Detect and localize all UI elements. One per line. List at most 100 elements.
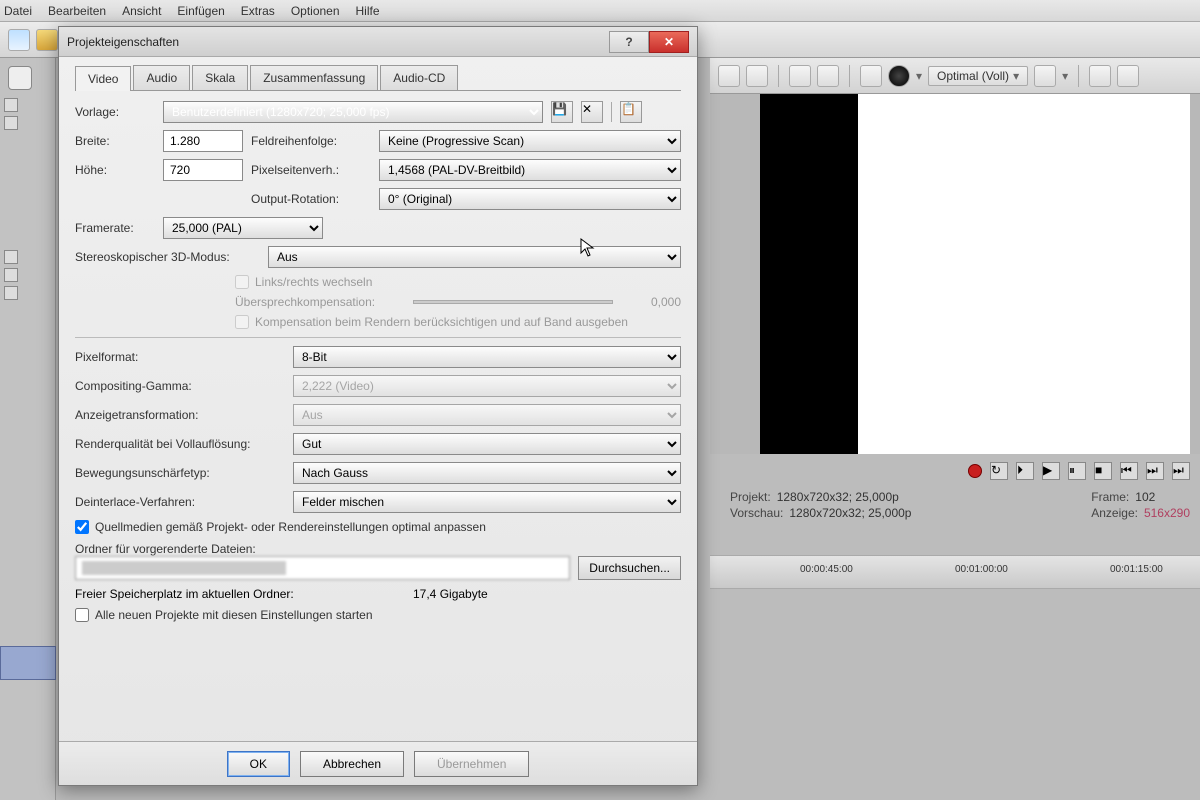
uebersprech-slider[interactable]	[413, 300, 613, 304]
tab-zusammenfassung[interactable]: Zusammenfassung	[250, 65, 378, 90]
cancel-button[interactable]: Abbrechen	[300, 751, 404, 777]
menu-datei[interactable]: Datei	[4, 4, 32, 18]
circle-icon[interactable]	[888, 65, 910, 87]
gutter-toggle-5[interactable]	[4, 286, 18, 300]
projekt-value: 1280x720x32; 25,000p	[777, 490, 899, 504]
pixelseitenverh-select[interactable]: 1,4568 (PAL-DV-Breitbild)	[379, 159, 681, 181]
gutter-toggle-3[interactable]	[4, 250, 18, 264]
menu-optionen[interactable]: Optionen	[291, 4, 340, 18]
kompensation-checkbox[interactable]: Kompensation beim Rendern berücksichtige…	[235, 315, 681, 329]
tab-skala[interactable]: Skala	[192, 65, 248, 90]
pause-icon[interactable]: ⏸	[1068, 462, 1086, 480]
play-icon[interactable]: ▶	[1042, 462, 1060, 480]
menu-hilfe[interactable]: Hilfe	[356, 4, 380, 18]
gamma-label: Compositing-Gamma:	[75, 379, 285, 393]
deinterlace-label: Deinterlace-Verfahren:	[75, 495, 285, 509]
project-properties-dialog: Projekteigenschaften Video Audio Skala Z…	[58, 26, 698, 786]
wand-icon[interactable]	[746, 65, 768, 87]
grid-icon[interactable]	[1034, 65, 1056, 87]
menu-ansicht[interactable]: Ansicht	[122, 4, 161, 18]
preview-monitor-icon[interactable]	[817, 65, 839, 87]
stop-icon[interactable]: ■	[1094, 462, 1112, 480]
help-button[interactable]	[609, 31, 649, 53]
browse-button[interactable]: Durchsuchen...	[578, 556, 681, 580]
ruler-tick: 00:01:00:00	[955, 564, 1008, 575]
next-icon[interactable]: ⏭	[1146, 462, 1164, 480]
output-rotation-select[interactable]: 0° (Original)	[379, 188, 681, 210]
deinterlace-select[interactable]: Felder mischen	[293, 491, 681, 513]
output-rotation-label: Output-Rotation:	[251, 192, 371, 206]
bewegung-select[interactable]: Nach Gauss	[293, 462, 681, 484]
links-rechts-checkbox[interactable]: Links/rechts wechseln	[235, 275, 681, 289]
ruler-tick: 00:01:15:00	[1110, 564, 1163, 575]
preview-config-icon[interactable]	[789, 65, 811, 87]
gutter-toggle-2[interactable]	[4, 116, 18, 130]
new-file-icon[interactable]	[8, 29, 30, 51]
frame-label: Frame:	[1091, 490, 1129, 504]
timeline-ruler[interactable]: 00:00:45:00 00:01:00:00 00:01:15:00	[710, 555, 1200, 589]
ok-button[interactable]: OK	[227, 751, 290, 777]
preview-quality-dropdown[interactable]: Optimal (Voll) ▾	[928, 66, 1028, 86]
dialog-title: Projekteigenschaften	[67, 35, 609, 49]
freespace-value: 17,4 Gigabyte	[413, 587, 488, 601]
gutter-toggle-4[interactable]	[4, 268, 18, 282]
dialog-footer: OK Abbrechen Übernehmen	[59, 741, 697, 785]
magnifier-icon[interactable]	[8, 66, 32, 90]
dialog-titlebar[interactable]: Projekteigenschaften	[59, 27, 697, 57]
projekt-label: Projekt:	[730, 490, 771, 504]
pixelformat-label: Pixelformat:	[75, 350, 285, 364]
split-icon[interactable]	[860, 65, 882, 87]
pixelseitenverh-label: Pixelseitenverh.:	[251, 163, 371, 177]
match-media-icon[interactable]: 📋	[620, 101, 642, 123]
pixelformat-select[interactable]: 8-Bit	[293, 346, 681, 368]
anzeige-value: 516x290	[1144, 506, 1190, 520]
prerender-path-input[interactable]	[75, 556, 570, 580]
breite-input[interactable]	[163, 130, 243, 152]
paint-icon[interactable]	[718, 65, 740, 87]
tab-audio-cd[interactable]: Audio-CD	[380, 65, 458, 90]
stereo-select[interactable]: Aus	[268, 246, 681, 268]
anzeige-trans-label: Anzeigetransformation:	[75, 408, 285, 422]
hoehe-label: Höhe:	[75, 163, 155, 177]
apply-button: Übernehmen	[414, 751, 529, 777]
uebersprech-label: Übersprechkompensation:	[235, 295, 395, 309]
renderqual-select[interactable]: Gut	[293, 433, 681, 455]
framerate-select[interactable]: 25,000 (PAL)	[163, 217, 323, 239]
menu-extras[interactable]: Extras	[241, 4, 275, 18]
preview-quality-label: Optimal (Voll)	[937, 69, 1009, 83]
stereo-label: Stereoskopischer 3D-Modus:	[75, 250, 260, 264]
preview-toolbar: ▾ Optimal (Voll) ▾ ▾	[710, 58, 1200, 94]
vorlage-select[interactable]: Benutzerdefiniert (1280x720; 25,000 fps)	[163, 101, 543, 123]
gamma-select: 2,222 (Video)	[293, 375, 681, 397]
ordner-label: Ordner für vorgerenderte Dateien:	[75, 542, 681, 556]
quellmedien-checkbox[interactable]: Quellmedien gemäß Projekt- oder Renderei…	[75, 520, 681, 534]
delete-template-icon[interactable]: ✕	[581, 101, 603, 123]
vorschau-label: Vorschau:	[730, 506, 783, 520]
ruler-tick: 00:00:45:00	[800, 564, 853, 575]
tab-video[interactable]: Video	[75, 66, 131, 91]
play-from-start-icon[interactable]: ⏵	[1016, 462, 1034, 480]
menu-einfuegen[interactable]: Einfügen	[177, 4, 224, 18]
track-header[interactable]	[0, 646, 56, 680]
feldreihenfolge-select[interactable]: Keine (Progressive Scan)	[379, 130, 681, 152]
record-icon[interactable]	[968, 464, 982, 478]
breite-label: Breite:	[75, 134, 155, 148]
copy-frame-icon[interactable]	[1089, 65, 1111, 87]
hoehe-input[interactable]	[163, 159, 243, 181]
save-template-icon[interactable]: 💾	[551, 101, 573, 123]
menu-bearbeiten[interactable]: Bearbeiten	[48, 4, 106, 18]
loop-icon[interactable]: ↻	[990, 462, 1008, 480]
gutter-toggle-1[interactable]	[4, 98, 18, 112]
open-file-icon[interactable]	[36, 29, 58, 51]
save-frame-icon[interactable]	[1117, 65, 1139, 87]
alle-neuen-checkbox[interactable]: Alle neuen Projekte mit diesen Einstellu…	[75, 608, 681, 622]
freespace-label: Freier Speicherplatz im aktuellen Ordner…	[75, 587, 405, 601]
project-info: Projekt:1280x720x32; 25,000p Vorschau:12…	[730, 490, 1190, 530]
anzeige-label: Anzeige:	[1091, 506, 1138, 520]
tab-audio[interactable]: Audio	[133, 65, 190, 90]
close-button[interactable]	[649, 31, 689, 53]
end-icon[interactable]: ⏭	[1172, 462, 1190, 480]
prev-icon[interactable]: ⏮	[1120, 462, 1138, 480]
transport-controls: ↻ ⏵ ▶ ⏸ ■ ⏮ ⏭ ⏭	[710, 456, 1200, 486]
framerate-label: Framerate:	[75, 221, 155, 235]
